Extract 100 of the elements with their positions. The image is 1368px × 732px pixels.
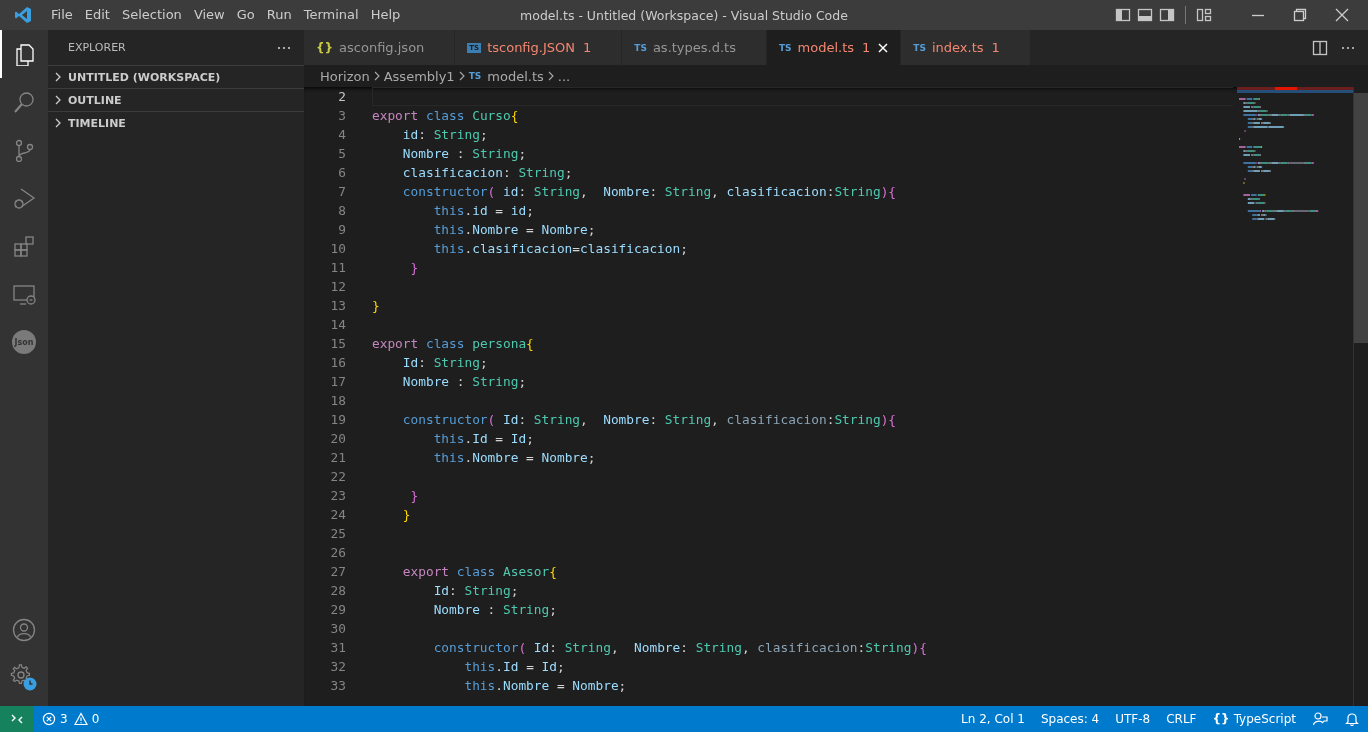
line-number: 18 (329, 392, 346, 410)
code-line: } (409, 260, 419, 275)
menu-item[interactable]: Selection (115, 0, 188, 30)
line-number: 5 (337, 145, 346, 163)
section-header[interactable]: OUTLINE (48, 88, 304, 111)
section-header[interactable]: UNTITLED (WORKSPACE) (48, 65, 304, 88)
line-number: 21 (329, 449, 346, 467)
scrollbar-track[interactable] (1353, 87, 1368, 706)
code-line: export class persona{ (372, 336, 534, 351)
run-debug-icon[interactable] (12, 186, 36, 210)
line-number: 15 (329, 335, 346, 353)
warning-icon (73, 712, 88, 726)
line-number: 24 (329, 506, 346, 524)
code-line: clasificacion: String; (401, 165, 573, 180)
line-number: 20 (329, 430, 346, 448)
code-line: constructor( Id: String, Nombre: String, clasificacion:String){ (432, 640, 927, 655)
code-line: export class Curso{ (372, 108, 519, 123)
line-number: 30 (329, 620, 346, 638)
breadcrumb-item[interactable]: ... (557, 68, 571, 84)
code-line: this.Nombre = Nombre; (432, 222, 596, 237)
code-line: this.Id = Id; (432, 431, 534, 446)
status-item[interactable]: Spaces: 4 (1032, 712, 1108, 726)
ts-icon: TS (778, 42, 792, 53)
line-number: 28 (329, 582, 346, 600)
line-number: 27 (329, 563, 346, 581)
line-number: 31 (329, 639, 346, 657)
menu-item[interactable]: Go (230, 0, 261, 30)
line-number: 17 (329, 373, 346, 391)
line-number: 14 (329, 316, 346, 334)
code-line: this.clasificacion=clasificacion; (432, 241, 688, 256)
menu-item[interactable]: Run (260, 0, 298, 30)
menu-item[interactable]: View (187, 0, 231, 30)
line-number: 19 (329, 411, 346, 429)
editor-tab[interactable]: TS index.ts 1 (901, 30, 1031, 65)
code-line: Nombre : String; (432, 602, 557, 617)
editor-tab[interactable]: {} asconfig.json (304, 30, 456, 65)
code-line: Nombre : String; (401, 146, 527, 161)
status-item[interactable]: CRLF (1158, 712, 1205, 726)
feedback-icon[interactable] (1312, 711, 1328, 727)
code-line: Id: String; (401, 355, 488, 370)
search-icon[interactable] (12, 90, 36, 114)
toggle-panel-icon[interactable] (1137, 7, 1153, 23)
sidebar-title: EXPLORER (68, 41, 126, 54)
extensions-icon[interactable] (12, 234, 36, 258)
remote-icon (10, 712, 24, 726)
line-number: 9 (337, 221, 346, 239)
line-number: 7 (337, 183, 346, 201)
line-number: 11 (329, 259, 346, 277)
editor-tab[interactable]: TS model.ts 1 (766, 30, 902, 65)
code-line: } (372, 298, 380, 313)
braces-icon: {} (1212, 712, 1230, 726)
account-icon[interactable] (12, 618, 36, 642)
app-logo-icon (14, 6, 32, 24)
line-number: 32 (329, 658, 346, 676)
code-line: export class Asesor{ (401, 564, 557, 579)
line-number: 6 (337, 164, 346, 182)
line-number: 8 (337, 202, 346, 220)
line-number: 10 (329, 240, 346, 258)
language-mode-button[interactable]: {} TypeScript (1204, 712, 1304, 726)
section-header[interactable]: TIMELINE (48, 111, 304, 134)
code-line: this.id = id; (432, 203, 534, 218)
menu-item[interactable]: File (45, 0, 79, 30)
code-line: constructor( id: String, Nombre: String, clasificacion:String){ (401, 184, 897, 199)
code-line: this.Nombre = Nombre; (463, 678, 627, 693)
window-title: model.ts - Untitled (Workspace) - Visual Studio Code (520, 7, 848, 23)
close-icon[interactable] (1334, 7, 1350, 23)
ts-icon: TS (913, 42, 926, 53)
layout-icon[interactable] (1196, 7, 1212, 23)
line-number: 13 (329, 297, 346, 315)
settings-icon[interactable] (10, 664, 38, 692)
line-number: 3 (337, 107, 346, 125)
code-line: Id: String; (432, 583, 519, 598)
ts-icon: TS (634, 42, 647, 53)
line-number: 16 (329, 354, 346, 372)
line-number: 29 (329, 601, 346, 619)
breadcrumb-item[interactable]: model.ts (487, 68, 544, 84)
code-line: this.Id = Id; (463, 659, 565, 674)
error-icon (42, 712, 56, 726)
problems-button[interactable]: 3 0 (34, 712, 110, 726)
menu-item[interactable]: Terminal (297, 0, 365, 30)
close-icon[interactable] (876, 40, 891, 55)
code-line: this.Nombre = Nombre; (432, 450, 596, 465)
split-editor-icon[interactable] (1312, 39, 1328, 56)
breadcrumb-item[interactable]: Horizon (320, 68, 370, 84)
editor-tab[interactable]: TS as.types.d.ts (622, 30, 767, 65)
ts-icon: TS (468, 71, 482, 81)
menu-item[interactable]: Help (364, 0, 407, 30)
restore-icon[interactable] (1292, 7, 1308, 23)
line-number: 4 (337, 126, 346, 144)
status-item[interactable]: Ln 2, Col 1 (953, 712, 1033, 726)
toggle-secondary-sidebar-icon[interactable] (1159, 7, 1175, 23)
code-line: } (409, 488, 419, 503)
line-number: 26 (329, 544, 346, 562)
scrollbar-thumb[interactable] (1354, 93, 1368, 343)
menu-item[interactable]: Edit (78, 0, 116, 30)
status-item[interactable]: UTF-8 (1107, 712, 1159, 726)
notification-bell-icon[interactable] (1344, 711, 1360, 727)
remote-explorer-icon[interactable] (12, 282, 36, 306)
breadcrumb-item[interactable]: Assembly1 (383, 68, 455, 84)
toggle-sidebar-icon[interactable] (1115, 7, 1131, 23)
